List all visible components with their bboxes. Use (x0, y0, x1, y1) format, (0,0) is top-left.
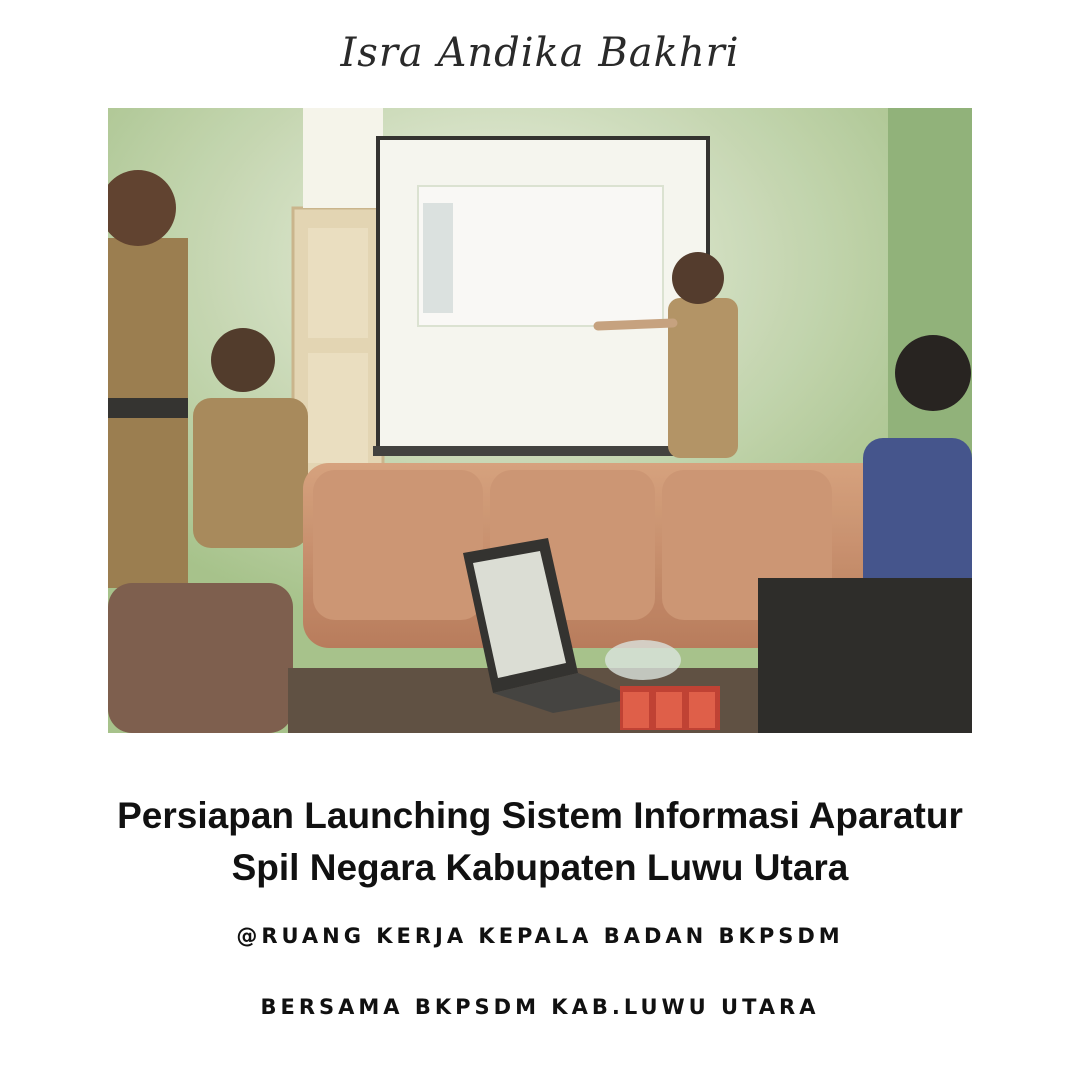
author-name: Isra Andika Bakhri (340, 30, 740, 76)
post-title-line-1: Persiapan Launching Sistem Informasi Apa… (117, 795, 963, 836)
location-caption: @RUANG KERJA KEPALA BADAN BKPSDM (236, 924, 844, 948)
organizer-caption: BERSAMA BKPSDM KAB.LUWU UTARA (260, 995, 820, 1019)
meeting-photo (108, 108, 972, 733)
meeting-photo-illustration (108, 108, 972, 733)
post-title-line-2: Spil Negara Kabupaten Luwu Utara (231, 847, 849, 888)
post-title: Persiapan Launching Sistem Informasi Apa… (40, 790, 1040, 894)
